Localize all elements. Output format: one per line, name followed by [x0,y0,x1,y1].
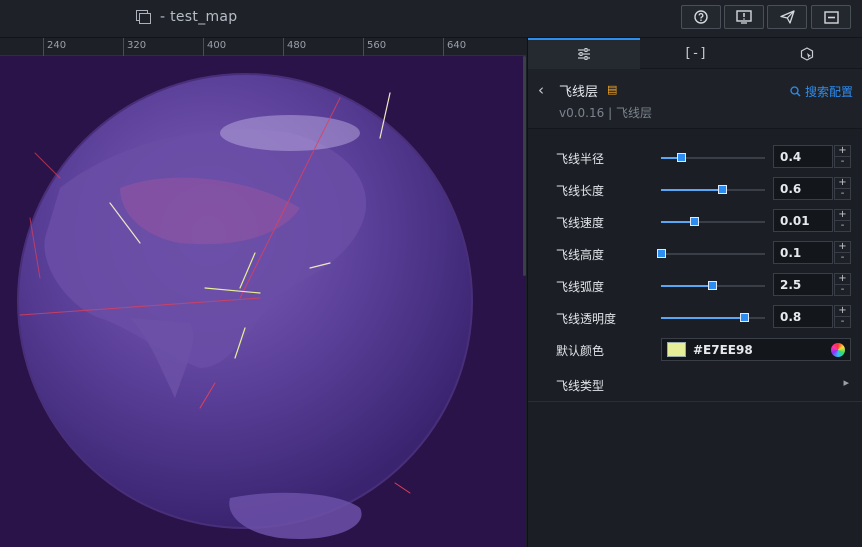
color-swatch[interactable] [667,342,686,357]
prop-label: 飞线半径 [556,152,605,166]
layer-header: ‹ 飞线层 ▤ v0.0.16 | 飞线层 搜索配置 [528,69,862,129]
top-bar: - test_map [0,0,862,38]
height-stepper[interactable]: + - [834,241,851,264]
ruler-label: 640 [447,40,467,51]
search-config-label: 搜索配置 [804,85,853,99]
alert-screen-icon [736,10,752,24]
prop-default-color: 默认颜色 #E7EE98 [528,331,862,363]
prop-line-type[interactable]: 飞线类型 ▸ [528,366,862,398]
ruler-label: 560 [367,40,387,51]
arc-stepper[interactable]: + - [834,273,851,296]
minus-box-icon [823,10,839,24]
preview-button[interactable] [724,5,764,29]
prop-label: 飞线速度 [556,216,605,230]
layer-name: 飞线层 [559,85,599,100]
ruler-label: 320 [127,40,147,51]
opacity-slider[interactable] [661,313,765,322]
minimize-button[interactable] [811,5,851,29]
arc-slider[interactable] [661,281,765,290]
prop-label: 飞线透明度 [556,312,617,326]
ruler-label: 400 [207,40,227,51]
length-stepper[interactable]: + - [834,177,851,200]
radius-slider[interactable] [661,153,765,162]
speed-stepper[interactable]: + - [834,209,851,232]
prop-label: 飞线长度 [556,184,605,198]
canvas-area[interactable]: 240 320 400 480 560 640 [0,38,526,547]
height-slider[interactable] [657,249,765,258]
color-value[interactable]: #E7EE98 [693,343,753,357]
prop-label: 飞线弧度 [556,280,605,294]
speed-slider[interactable] [661,217,765,226]
cursor-hex-icon [801,46,814,61]
opacity-input[interactable]: 0.8 [773,305,833,328]
decrement-button[interactable]: - [835,317,850,328]
color-picker[interactable]: #E7EE98 [661,338,851,361]
horizontal-ruler: 240 320 400 480 560 640 [0,38,526,56]
length-input[interactable]: 0.6 [773,177,833,200]
panel-tabs: [-] [528,38,862,69]
arc-input[interactable]: 2.5 [773,273,833,296]
vertical-scrollbar[interactable] [523,56,526,276]
title-area: - test_map [136,9,238,25]
help-button[interactable] [681,5,721,29]
radius-stepper[interactable]: + - [834,145,851,168]
bracket-icon: [-] [683,46,708,61]
globe-visual[interactable] [0,38,526,547]
height-input[interactable]: 0.1 [773,241,833,264]
slider-thumb[interactable] [676,153,686,162]
cloud-patch [220,115,360,151]
copy-window-icon [136,10,151,24]
ruler-label: 480 [287,40,307,51]
length-slider[interactable] [661,185,765,194]
layer-version: v0.0.16 | 飞线层 [559,106,652,120]
continent-australia [229,492,362,539]
color-wheel-icon[interactable] [831,343,845,357]
prop-label: 飞线高度 [556,248,605,262]
slider-thumb[interactable] [707,281,717,290]
config-panel: [-] ‹ 飞线层 ▤ v0.0.16 | 飞线层 搜索配置 飞线半径 0.4 … [527,38,862,547]
slider-thumb[interactable] [657,249,666,258]
slider-thumb[interactable] [740,313,750,322]
slider-thumb[interactable] [718,185,728,194]
prop-radius: 飞线半径 0.4 + - [528,139,862,171]
search-icon [790,86,801,97]
radius-input[interactable]: 0.4 [773,145,833,168]
prop-height: 飞线高度 0.1 + - [528,235,862,267]
fly-line [394,482,411,494]
project-title: - test_map [160,9,238,25]
prop-opacity: 飞线透明度 0.8 + - [528,299,862,331]
sliders-icon [577,47,590,60]
prop-speed: 飞线速度 0.01 + - [528,203,862,235]
help-icon [694,10,708,24]
opacity-stepper[interactable]: + - [834,305,851,328]
slider-thumb[interactable] [690,217,700,226]
tab-interaction[interactable] [751,38,862,69]
prop-length: 飞线长度 0.6 + - [528,171,862,203]
speed-input[interactable]: 0.01 [773,209,833,232]
publish-button[interactable] [767,5,807,29]
chevron-right-icon: ▸ [843,376,849,389]
prop-label: 默认颜色 [556,344,605,358]
fly-line [34,152,61,179]
decrement-button[interactable]: - [835,157,850,168]
search-config-link[interactable]: 搜索配置 [790,83,853,100]
send-icon [779,10,795,24]
decrement-button[interactable]: - [835,221,850,232]
tab-data[interactable]: [-] [640,38,752,69]
prop-label: 飞线类型 [556,379,605,393]
decrement-button[interactable]: - [835,285,850,296]
ruler-label: 240 [47,40,67,51]
divider [528,401,862,402]
tab-style[interactable] [528,38,640,69]
prop-arc: 飞线弧度 2.5 + - [528,267,862,299]
document-icon[interactable]: ▤ [607,83,617,96]
back-arrow-icon[interactable]: ‹ [538,81,544,99]
decrement-button[interactable]: - [835,253,850,264]
decrement-button[interactable]: - [835,189,850,200]
